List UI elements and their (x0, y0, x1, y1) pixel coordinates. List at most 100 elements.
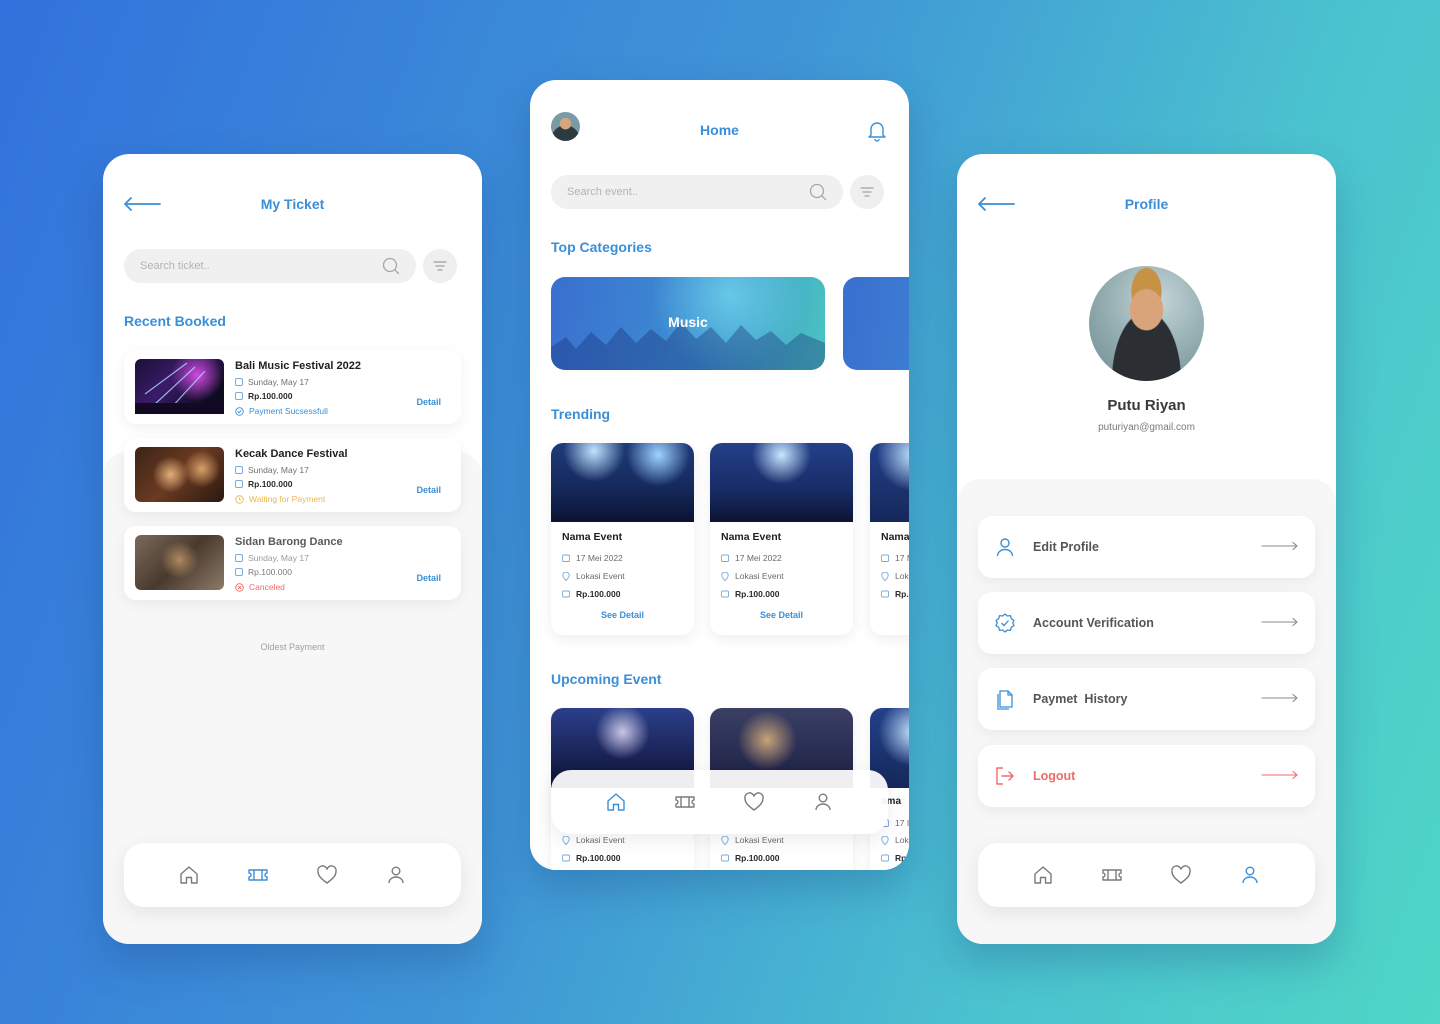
nav-favorites[interactable] (738, 786, 770, 818)
event-location-text: Lokasi Event (735, 835, 784, 845)
ticket-status-text: Waiting for Payment (249, 494, 326, 504)
verified-badge-icon (995, 613, 1015, 633)
event-location-text: Lokasi Event (735, 571, 784, 581)
nav-profile[interactable] (1234, 859, 1266, 891)
nav-home[interactable] (1027, 859, 1059, 891)
heart-icon (317, 865, 337, 884)
nav-home[interactable] (600, 786, 632, 818)
ticket-event-name: Sidan Barong Dance (235, 536, 343, 548)
bottom-nav (551, 770, 888, 834)
nav-favorites[interactable] (311, 859, 343, 891)
event-image (710, 443, 853, 522)
page-title: Home (700, 122, 739, 138)
menu-label: Account Verification (1033, 616, 1154, 630)
ticket-card[interactable]: Bali Music Festival 2022 Sunday, May 17 … (124, 350, 461, 424)
nav-home[interactable] (173, 859, 205, 891)
location-pin-icon (721, 835, 729, 845)
nav-profile[interactable] (380, 859, 412, 891)
calendar-icon (721, 554, 729, 562)
ticket-date-text: Sunday, May 17 (248, 465, 309, 475)
logout-icon (996, 767, 1014, 785)
event-location: Lokasi Event (562, 571, 625, 581)
price-icon (235, 392, 243, 400)
ticket-price-text: Rp.100.000 (248, 479, 293, 489)
cancel-circle-icon (235, 582, 244, 592)
event-location: Lokasi Event (721, 571, 784, 581)
event-price: Rp.100.000 (721, 853, 779, 863)
user-icon (388, 866, 405, 884)
price-icon (881, 590, 889, 598)
filter-button[interactable] (423, 249, 457, 283)
see-detail-link[interactable]: See Detail (551, 610, 694, 620)
event-name: Nama (881, 531, 909, 543)
page-title: My Ticket (260, 196, 325, 212)
search-placeholder: Search ticket.. (140, 260, 210, 272)
calendar-icon (881, 554, 889, 562)
home-icon (179, 866, 198, 884)
event-price: Rp.100.000 (721, 589, 779, 599)
ticket-card[interactable]: Sidan Barong Dance Sunday, May 17 Rp.100… (124, 526, 461, 600)
home-icon (606, 793, 625, 811)
event-name: Nama Event (721, 531, 782, 543)
event-price-text: Rp. (895, 853, 909, 863)
nav-ticket[interactable] (242, 859, 274, 891)
detail-link[interactable]: Detail (416, 485, 441, 495)
location-pin-icon (562, 835, 570, 845)
see-detail-link[interactable]: See Detail (710, 610, 853, 620)
event-date: 17 M (881, 553, 909, 563)
event-location: Lok (881, 835, 909, 845)
event-card[interactable]: Nama Event 17 Mei 2022 Lokasi Event Rp.1… (551, 443, 694, 635)
event-price-text: Rp.100.000 (576, 589, 621, 599)
menu-account-verification[interactable]: Account Verification (978, 592, 1315, 654)
profile-email: puturiyan@gmail.com (1098, 422, 1195, 433)
location-pin-icon (721, 571, 729, 581)
price-icon (235, 568, 243, 576)
nav-favorites[interactable] (1165, 859, 1197, 891)
category-label: Music (668, 314, 708, 330)
clock-icon (235, 494, 244, 504)
price-icon (235, 480, 243, 488)
event-card[interactable]: Nama 17 M Lok Rp. (870, 443, 909, 635)
location-pin-icon (881, 835, 889, 845)
search-icon[interactable] (382, 257, 400, 275)
nav-profile[interactable] (807, 786, 839, 818)
location-pin-icon (881, 571, 889, 581)
nav-ticket[interactable] (669, 786, 701, 818)
ticket-card[interactable]: Kecak Dance Festival Sunday, May 17 Rp.1… (124, 438, 461, 512)
profile-avatar[interactable] (1089, 266, 1204, 381)
ticket-date: Sunday, May 17 (235, 465, 309, 475)
ticket-date: Sunday, May 17 (235, 377, 309, 387)
category-card-partial[interactable] (843, 277, 909, 370)
event-location-text: Lokasi Event (576, 571, 625, 581)
search-input[interactable]: Search event.. (551, 175, 843, 209)
event-price-text: Rp.100.000 (735, 853, 780, 863)
calendar-icon (235, 378, 243, 386)
calendar-icon (235, 554, 243, 562)
my-ticket-screen: My Ticket Search ticket.. Recent Booked … (103, 154, 482, 944)
section-title-upcoming: Upcoming Event (551, 671, 662, 687)
ticket-price: Rp.100.000 (235, 391, 292, 401)
filter-button[interactable] (850, 175, 884, 209)
detail-link[interactable]: Detail (416, 397, 441, 407)
event-price-text: Rp.100.000 (576, 853, 621, 863)
category-card-music[interactable]: Music (551, 277, 825, 370)
bell-icon[interactable] (867, 120, 887, 142)
arrow-right-icon (1261, 693, 1298, 703)
menu-label: Logout (1033, 769, 1076, 783)
nav-ticket[interactable] (1096, 859, 1128, 891)
ticket-date: Sunday, May 17 (235, 553, 309, 563)
ticket-status-text: Canceled (249, 582, 285, 592)
menu-logout[interactable]: Logout (978, 745, 1315, 807)
event-card[interactable]: Nama Event 17 Mei 2022 Lokasi Event Rp.1… (710, 443, 853, 635)
ticket-status: Waiting for Payment (235, 494, 325, 504)
search-input[interactable]: Search ticket.. (124, 249, 416, 283)
user-icon (815, 793, 832, 811)
event-location: Lok (881, 571, 909, 581)
menu-edit-profile[interactable]: Edit Profile (978, 516, 1315, 578)
detail-link[interactable]: Detail (416, 573, 441, 583)
search-icon[interactable] (809, 183, 827, 201)
calendar-icon (562, 554, 570, 562)
user-icon (1242, 866, 1259, 884)
menu-payment-history[interactable]: Paymet History (978, 668, 1315, 730)
oldest-payment-link[interactable]: Oldest Payment (103, 642, 482, 652)
